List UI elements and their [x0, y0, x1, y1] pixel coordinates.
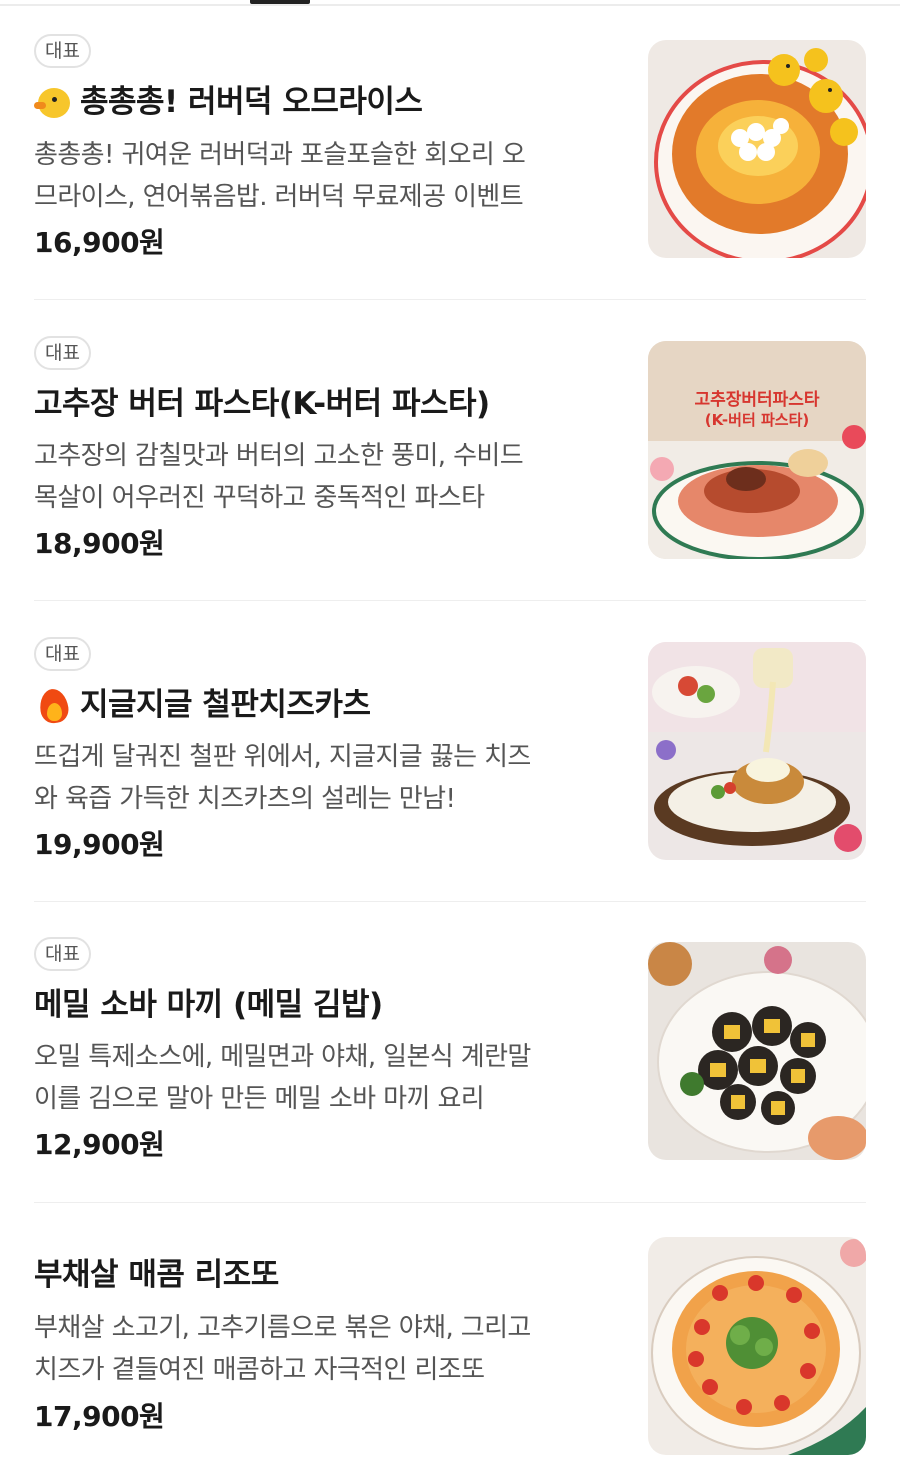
menu-item-photo [648, 40, 866, 258]
menu-item-description: 뜨겁게 달궈진 철판 위에서, 지글지글 끓는 치즈 와 육즙 가득한 치즈카츠… [34, 736, 609, 820]
menu-item-description: 고추장의 감칠맛과 버터의 고소한 풍미, 수비드 목살이 어우러진 꾸덕하고 … [34, 435, 609, 519]
photo-caption-line: 고추장버터파스타 [694, 390, 819, 410]
menu-item-photo [648, 942, 866, 1160]
menu-item-title: 부채살 매콤 리조또 [34, 1255, 279, 1295]
menu-item-photo: 고추장버터파스타 (K-버터 파스타) [648, 341, 866, 559]
menu-item-title: 메밀 소바 마끼 (메밀 김밥) [34, 985, 383, 1025]
description-line: 오밀 특제소스에, 메밀면과 야채, 일본식 계란말 [34, 1042, 531, 1072]
description-line: 고추장의 감칠맛과 버터의 고소한 풍미, 수비드 [34, 441, 524, 471]
menu-item[interactable]: 대표 고추장 버터 파스타(K-버터 파스타) 고추장의 감칠맛과 버터의 고소… [0, 300, 900, 601]
menu-item-price: 18,900원 [34, 527, 165, 560]
signature-badge: 대표 [34, 336, 91, 370]
menu-item-description: 오밀 특제소스에, 메밀면과 야채, 일본식 계란말 이를 김으로 말아 만든 … [34, 1036, 609, 1120]
menu-item-title-text: 부채살 매콤 리조또 [34, 1257, 279, 1293]
menu-item-price: 12,900원 [34, 1128, 165, 1161]
signature-badge: 대표 [34, 34, 91, 68]
menu-item-title: 지글지글 철판치즈카츠 [34, 685, 371, 725]
menu-item-title: 고추장 버터 파스타(K-버터 파스타) [34, 384, 490, 424]
menu-item[interactable]: 대표 지글지글 철판치즈카츠 뜨겁게 달궈진 철판 위에서, 지글지글 끓는 치… [0, 601, 900, 902]
menu-item-title-text: 총총총! 러버덕 오므라이스 [80, 84, 423, 120]
menu-item-title: 총총총! 러버덕 오므라이스 [34, 82, 423, 122]
description-line: 뜨겁게 달궈진 철판 위에서, 지글지글 끓는 치즈 [34, 742, 531, 772]
menu-item[interactable]: 대표 총총총! 러버덕 오므라이스 총총총! 귀여운 러버덕과 포슬포슬한 회오… [0, 0, 900, 300]
description-line: 목살이 어우러진 꾸덕하고 중독적인 파스타 [34, 483, 485, 513]
menu-item[interactable]: 대표 메밀 소바 마끼 (메밀 김밥) 오밀 특제소스에, 메밀면과 야채, 일… [0, 902, 900, 1203]
signature-badge: 대표 [34, 937, 91, 971]
description-line: 와 육즙 가득한 치즈카츠의 설레는 만남! [34, 784, 456, 814]
menu-item-photo [648, 642, 866, 860]
menu-item-price: 16,900원 [34, 226, 165, 259]
description-line: 므라이스, 연어볶음밥. 러버덕 무료제공 이벤트 [34, 182, 524, 212]
menu-item-title-text: 고추장 버터 파스타(K-버터 파스타) [34, 386, 490, 422]
menu-item-title-text: 지글지글 철판치즈카츠 [80, 687, 371, 723]
menu-item-photo [648, 1237, 866, 1455]
description-line: 치즈가 곁들여진 매콤하고 자극적인 리조또 [34, 1355, 485, 1385]
menu-item-price: 17,900원 [34, 1400, 165, 1433]
menu-item-title-text: 메밀 소바 마끼 (메밀 김밥) [34, 987, 383, 1023]
menu-item-price: 19,900원 [34, 828, 165, 861]
description-line: 총총총! 귀여운 러버덕과 포슬포슬한 회오리 오 [34, 140, 526, 170]
description-line: 부채살 소고기, 고추기름으로 볶은 야채, 그리고 [34, 1313, 531, 1343]
fire-icon [34, 685, 74, 725]
menu-item-description: 총총총! 귀여운 러버덕과 포슬포슬한 회오리 오 므라이스, 연어볶음밥. 러… [34, 134, 609, 218]
menu-item-description: 부채살 소고기, 고추기름으로 볶은 야채, 그리고 치즈가 곁들여진 매콤하고… [34, 1307, 609, 1391]
photo-caption-line: (K-버터 파스타) [705, 411, 809, 429]
menu-item[interactable]: 부채살 매콤 리조또 부채살 소고기, 고추기름으로 볶은 야채, 그리고 치즈… [0, 1203, 900, 1467]
signature-badge: 대표 [34, 637, 91, 671]
description-line: 이를 김으로 말아 만든 메밀 소바 마끼 요리 [34, 1084, 485, 1114]
duck-icon [34, 82, 74, 122]
